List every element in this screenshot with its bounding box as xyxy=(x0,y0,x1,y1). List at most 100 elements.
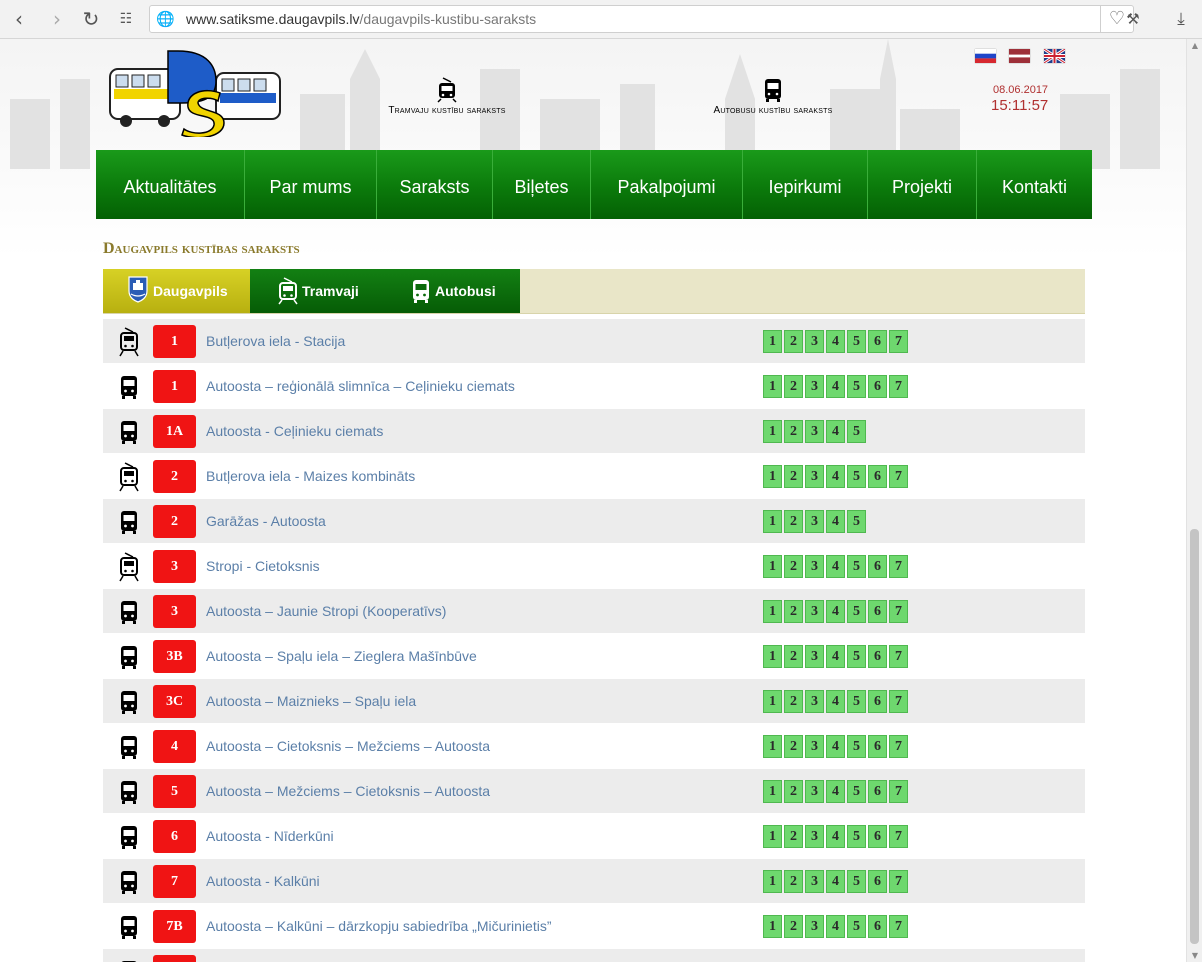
weekday-link[interactable]: 1 xyxy=(763,825,782,848)
menu-item-aktualitates[interactable]: Aktualitātes xyxy=(96,150,245,219)
weekday-link[interactable]: 3 xyxy=(805,420,824,443)
scroll-down-icon[interactable]: ▼ xyxy=(1190,951,1200,960)
weekday-link[interactable]: 7 xyxy=(889,465,908,488)
route-name-link[interactable]: Autoosta – Jaunie Stropi (Kooperatīvs) xyxy=(206,603,446,619)
weekday-link[interactable]: 2 xyxy=(784,690,803,713)
weekday-link[interactable]: 5 xyxy=(847,375,866,398)
weekday-link[interactable]: 2 xyxy=(784,375,803,398)
route-number-badge[interactable]: 1 xyxy=(153,325,196,358)
menu-item-par-mums[interactable]: Par mums xyxy=(245,150,377,219)
weekday-link[interactable]: 5 xyxy=(847,555,866,578)
bus-schedule-link[interactable]: Autobusu kustību saraksts xyxy=(702,77,844,116)
weekday-link[interactable]: 4 xyxy=(826,555,845,578)
weekday-link[interactable]: 3 xyxy=(805,690,824,713)
forward-icon[interactable]: › xyxy=(46,8,68,30)
tram-schedule-link[interactable]: Tramvaju kustību saraksts xyxy=(377,77,517,116)
weekday-link[interactable]: 1 xyxy=(763,330,782,353)
weekday-link[interactable]: 2 xyxy=(784,600,803,623)
route-number-badge[interactable]: 6 xyxy=(153,820,196,853)
route-number-badge[interactable]: 1 xyxy=(153,370,196,403)
weekday-link[interactable]: 1 xyxy=(763,465,782,488)
weekday-link[interactable]: 5 xyxy=(847,330,866,353)
flag-russian-icon[interactable] xyxy=(975,49,996,63)
weekday-link[interactable]: 7 xyxy=(889,825,908,848)
address-bar[interactable]: 🌐 www.satiksme.daugavpils.lv/daugavpils-… xyxy=(149,5,1134,33)
weekday-link[interactable]: 4 xyxy=(826,465,845,488)
weekday-link[interactable]: 6 xyxy=(868,735,887,758)
reload-icon[interactable]: ↻ xyxy=(80,8,102,30)
weekday-link[interactable]: 5 xyxy=(847,915,866,938)
menu-item-pakalpojumi[interactable]: Pakalpojumi xyxy=(591,150,743,219)
weekday-link[interactable]: 2 xyxy=(784,915,803,938)
weekday-link[interactable]: 3 xyxy=(805,510,824,533)
route-name-link[interactable]: Stropi - Cietoksnis xyxy=(206,558,320,574)
weekday-link[interactable]: 7 xyxy=(889,915,908,938)
weekday-link[interactable]: 6 xyxy=(868,870,887,893)
weekday-link[interactable]: 7 xyxy=(889,690,908,713)
flag-latvian-icon[interactable] xyxy=(1009,49,1031,63)
weekday-link[interactable]: 6 xyxy=(868,780,887,803)
weekday-link[interactable]: 7 xyxy=(889,735,908,758)
weekday-link[interactable]: 7 xyxy=(889,870,908,893)
page-scrollbar[interactable]: ▲ ▼ xyxy=(1186,39,1202,962)
weekday-link[interactable]: 6 xyxy=(868,330,887,353)
weekday-link[interactable]: 4 xyxy=(826,420,845,443)
weekday-link[interactable]: 2 xyxy=(784,825,803,848)
route-number-badge[interactable]: 3 xyxy=(153,550,196,583)
weekday-link[interactable]: 6 xyxy=(868,915,887,938)
weekday-link[interactable]: 7 xyxy=(889,375,908,398)
weekday-link[interactable]: 4 xyxy=(826,645,845,668)
route-name-link[interactable]: Autoosta - Kalkūni xyxy=(206,873,320,889)
route-number-badge[interactable]: 7 xyxy=(153,865,196,898)
route-number-badge[interactable]: 3B xyxy=(153,640,196,673)
back-icon[interactable]: ‹ xyxy=(8,8,30,30)
weekday-link[interactable]: 1 xyxy=(763,375,782,398)
tab-tram[interactable]: Tramvaji xyxy=(250,269,384,313)
weekday-link[interactable]: 3 xyxy=(805,645,824,668)
extensions-icon[interactable]: ⚒ xyxy=(1122,8,1144,30)
weekday-link[interactable]: 3 xyxy=(805,825,824,848)
weekday-link[interactable]: 1 xyxy=(763,780,782,803)
weekday-link[interactable]: 4 xyxy=(826,510,845,533)
weekday-link[interactable]: 6 xyxy=(868,375,887,398)
weekday-link[interactable]: 4 xyxy=(826,690,845,713)
weekday-link[interactable]: 2 xyxy=(784,735,803,758)
route-name-link[interactable]: Autoosta – reģionālā slimnīca – Ceļiniek… xyxy=(206,378,515,394)
menu-item-iepirkumi[interactable]: Iepirkumi xyxy=(743,150,868,219)
weekday-link[interactable]: 6 xyxy=(868,645,887,668)
weekday-link[interactable]: 6 xyxy=(868,465,887,488)
weekday-link[interactable]: 3 xyxy=(805,600,824,623)
weekday-link[interactable]: 2 xyxy=(784,420,803,443)
weekday-link[interactable]: 5 xyxy=(847,465,866,488)
weekday-link[interactable]: 4 xyxy=(826,330,845,353)
route-name-link[interactable]: Autoosta – Cietoksnis – Mežciems – Autoo… xyxy=(206,738,490,754)
weekday-link[interactable]: 4 xyxy=(826,870,845,893)
weekday-link[interactable]: 6 xyxy=(868,690,887,713)
route-number-badge[interactable]: 1A xyxy=(153,415,196,448)
weekday-link[interactable]: 2 xyxy=(784,780,803,803)
route-number-badge[interactable]: 4 xyxy=(153,730,196,763)
route-number-badge[interactable] xyxy=(153,955,196,962)
weekday-link[interactable]: 7 xyxy=(889,600,908,623)
menu-item-biletes[interactable]: Biļetes xyxy=(493,150,591,219)
weekday-link[interactable]: 1 xyxy=(763,735,782,758)
weekday-link[interactable]: 4 xyxy=(826,600,845,623)
weekday-link[interactable]: 1 xyxy=(763,555,782,578)
weekday-link[interactable]: 3 xyxy=(805,375,824,398)
route-name-link[interactable]: Butļerova iela - Maizes kombināts xyxy=(206,468,415,484)
route-name-link[interactable]: Autoosta – Spaļu iela – Zieglera Mašīnbū… xyxy=(206,648,477,664)
route-number-badge[interactable]: 2 xyxy=(153,460,196,493)
weekday-link[interactable]: 3 xyxy=(805,735,824,758)
route-name-link[interactable]: Autoosta - Ceļinieku ciemats xyxy=(206,423,383,439)
weekday-link[interactable]: 5 xyxy=(847,870,866,893)
weekday-link[interactable]: 1 xyxy=(763,420,782,443)
weekday-link[interactable]: 5 xyxy=(847,780,866,803)
route-name-link[interactable]: Autoosta - Nīderkūni xyxy=(206,828,334,844)
route-number-badge[interactable]: 3 xyxy=(153,595,196,628)
weekday-link[interactable]: 5 xyxy=(847,600,866,623)
downloads-icon[interactable]: ⤓ xyxy=(1170,8,1192,30)
weekday-link[interactable]: 3 xyxy=(805,870,824,893)
weekday-link[interactable]: 2 xyxy=(784,645,803,668)
url-text[interactable]: www.satiksme.daugavpils.lv/daugavpils-ku… xyxy=(186,11,536,27)
weekday-link[interactable]: 7 xyxy=(889,555,908,578)
